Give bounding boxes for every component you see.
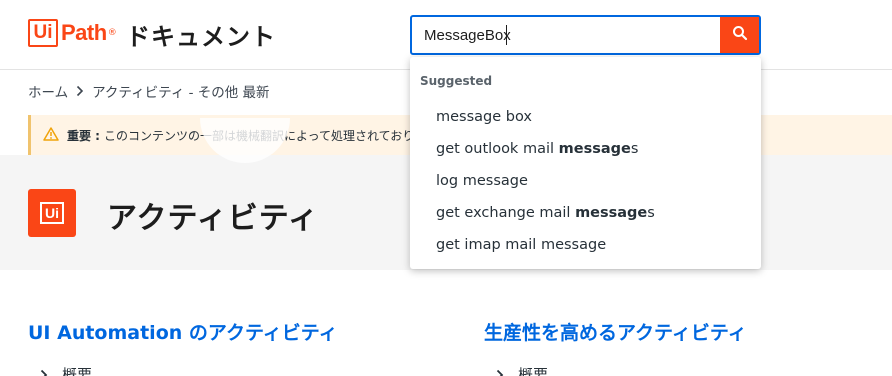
chevron-right-icon [496,369,504,376]
logo-registered-mark: ® [107,28,117,38]
suggestions-heading: Suggested [420,74,493,88]
section-title-productivity[interactable]: 生産性を高めるアクティビティ [484,318,747,345]
section-item-overview[interactable]: 概要 [40,364,92,376]
chevron-right-icon [76,85,84,97]
suggestion-item[interactable]: get outlook mail message s [410,133,761,165]
suggestion-match: message [575,205,648,221]
breadcrumb: ホーム アクティビティ - その他 最新 [28,80,270,102]
suggestion-text: message box [436,109,532,125]
suggestion-text: get outlook mail [436,141,559,157]
search-button[interactable] [720,17,759,53]
uipath-logo[interactable]: Ui Path ® [28,18,117,48]
breadcrumb-item-current[interactable]: アクティビティ - その他 最新 [92,81,269,101]
activities-icon: Ui [28,189,76,237]
text-caret [506,25,507,45]
suggestion-match: message [558,141,631,157]
suggestion-suffix: s [630,141,639,157]
suggestion-item[interactable]: message box [410,101,761,133]
warning-icon [43,126,59,144]
section-item-label: 概要 [62,366,93,376]
page-title: アクティビティ [107,201,319,236]
suggestion-item[interactable]: log message [410,165,761,197]
section-title-ui-automation[interactable]: UI Automation のアクティビティ [28,318,338,345]
hero-icon-label: Ui [40,202,64,224]
site-title[interactable]: ドキュメント [126,17,276,52]
logo-path-text: Path [61,20,107,45]
suggestion-text: get imap mail message [436,237,607,253]
suggestion-text: log message [436,173,528,189]
logo-ui-mark: Ui [28,19,58,47]
section-item-label: 概要 [518,366,549,376]
suggestion-suffix: s [647,205,655,221]
suggestion-text: get exchange mail [436,205,576,221]
search-icon [732,25,748,45]
search-suggestions-dropdown: Suggested message box get outlook mail m… [410,57,761,269]
suggestions-list: message box get outlook mail message s lo… [410,101,761,261]
suggestion-item[interactable]: get exchange mail message s [410,197,761,229]
notice-label: 重要 : [67,128,100,143]
breadcrumb-item-home[interactable]: ホーム [28,81,68,101]
section-item-overview[interactable]: 概要 [496,364,548,376]
search-box [410,15,761,55]
chevron-right-icon [40,369,48,376]
search-input[interactable] [412,17,720,53]
suggestion-item[interactable]: get imap mail message [410,229,761,261]
